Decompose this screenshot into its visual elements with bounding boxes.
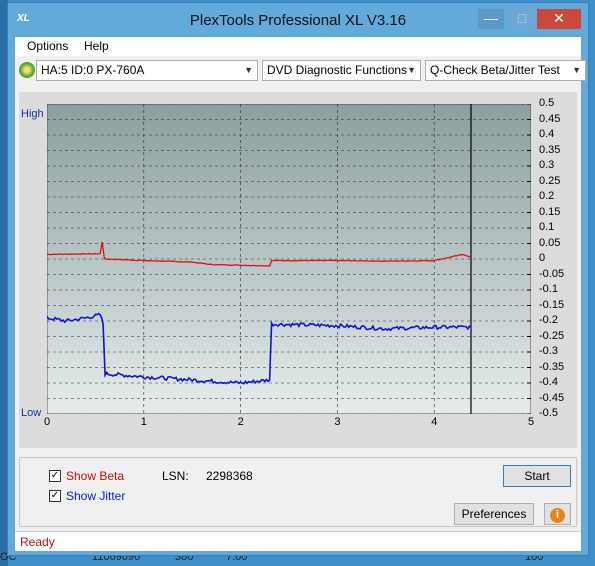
chevron-down-icon: ▼ xyxy=(572,65,581,75)
y-tick-label: -0.4 xyxy=(539,376,558,388)
y-tick-label: -0.15 xyxy=(539,298,565,311)
function-select-value: DVD Diagnostic Functions xyxy=(267,63,408,77)
close-button[interactable]: ✕ xyxy=(537,9,581,29)
chevron-down-icon: ▼ xyxy=(407,65,416,75)
client-area: Options Help HA:5 ID:0 PX-760A ▼ DVD Dia… xyxy=(15,37,586,551)
show-jitter-label[interactable]: Show Jitter xyxy=(66,489,125,503)
minimize-button[interactable]: — xyxy=(478,9,504,29)
drive-select-value: HA:5 ID:0 PX-760A xyxy=(41,63,145,77)
show-jitter-checkbox[interactable]: ✓ xyxy=(49,490,61,502)
chart-panel: High Low 0.5 0.45 0.4 0.35 0.3 0.25 0.2 0.15 0.1… xyxy=(19,92,577,448)
maximize-button[interactable]: □ xyxy=(509,9,535,29)
controls-group: ✓ Show Beta ✓ Show Jitter LSN: 2298368 S… xyxy=(19,457,577,527)
preferences-button[interactable]: Preferences xyxy=(454,503,534,525)
title-bar[interactable]: XL PlexTools Professional XL V3.16 — □ ✕ xyxy=(8,3,588,37)
lsn-value: 2298368 xyxy=(206,469,253,483)
y-tick-label: -0.3 xyxy=(539,345,558,357)
start-button[interactable]: Start xyxy=(503,465,571,487)
test-select[interactable]: Q-Check Beta/Jitter Test ▼ xyxy=(425,60,586,81)
app-window: XL PlexTools Professional XL V3.16 — □ ✕… xyxy=(7,2,589,556)
beta-jitter-chart xyxy=(47,104,531,414)
y-tick-label: -0.05 xyxy=(539,267,565,280)
y-tick-label: 0.45 xyxy=(539,112,561,125)
y-tick-label: 0.5 xyxy=(539,97,555,109)
y-tick-label: -0.35 xyxy=(539,360,565,373)
chevron-down-icon: ▼ xyxy=(244,65,253,75)
y-tick-label: -0.2 xyxy=(539,314,558,326)
x-tick-label: 0 xyxy=(44,416,51,428)
status-text: Ready xyxy=(20,535,55,549)
y-tick-label: -0.1 xyxy=(539,283,558,295)
y-tick-label: 0.2 xyxy=(539,190,555,202)
info-icon: i xyxy=(550,508,565,523)
disc-icon xyxy=(19,62,35,78)
x-tick-label: 3 xyxy=(334,416,341,428)
menu-bar: Options Help xyxy=(15,37,581,56)
test-select-value: Q-Check Beta/Jitter Test xyxy=(430,63,560,77)
menu-help[interactable]: Help xyxy=(84,39,109,53)
show-beta-label[interactable]: Show Beta xyxy=(66,469,124,483)
y-tick-label: 0.05 xyxy=(539,236,561,249)
y-tick-label: 0 xyxy=(539,252,546,264)
legend-high: High xyxy=(21,108,44,120)
y-tick-label: 0.35 xyxy=(539,143,561,156)
y-tick-label: -0.5 xyxy=(539,407,558,419)
y-tick-label: 0.4 xyxy=(539,128,555,140)
drive-select[interactable]: HA:5 ID:0 PX-760A ▼ xyxy=(36,60,258,81)
lsn-label: LSN: xyxy=(162,469,189,483)
y-tick-label: 0.15 xyxy=(539,205,561,218)
x-tick-label: 4 xyxy=(431,416,438,428)
function-select[interactable]: DVD Diagnostic Functions ▼ xyxy=(262,60,421,81)
x-tick-label: 5 xyxy=(528,416,535,428)
x-tick-label: 1 xyxy=(140,416,147,428)
x-tick-label: 2 xyxy=(237,416,244,428)
status-bar: Ready xyxy=(15,531,581,551)
legend-low: Low xyxy=(21,407,42,419)
y-tick-label: 0.1 xyxy=(539,221,555,233)
y-tick-label: -0.45 xyxy=(539,391,565,404)
y-tick-label: 0.25 xyxy=(539,174,561,187)
show-beta-checkbox[interactable]: ✓ xyxy=(49,470,61,482)
toolbar: HA:5 ID:0 PX-760A ▼ DVD Diagnostic Funct… xyxy=(15,56,586,85)
y-tick-label: 0.3 xyxy=(539,159,555,171)
y-tick-label: -0.25 xyxy=(539,329,565,342)
menu-options[interactable]: Options xyxy=(27,39,68,53)
help-button[interactable]: i xyxy=(544,503,571,525)
